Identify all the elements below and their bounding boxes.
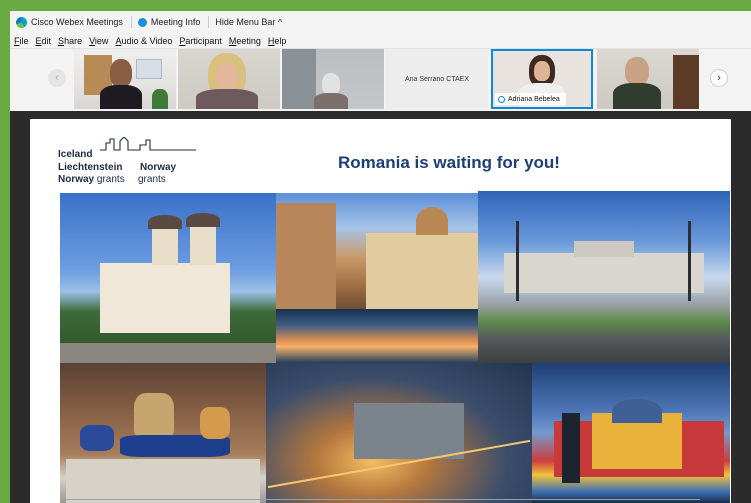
webex-window: Cisco Webex Meetings Meeting Info Hide M…	[10, 11, 751, 503]
menu-edit[interactable]: Edit	[36, 36, 52, 46]
traditional-pottery-photo	[60, 363, 266, 503]
participant-video-tile[interactable]	[74, 49, 176, 109]
monastery-photo	[60, 193, 276, 363]
chevron-right-icon[interactable]: ›	[710, 69, 728, 87]
menu-view[interactable]: View	[89, 36, 108, 46]
menu-meeting[interactable]: Meeting	[229, 36, 261, 46]
participant-name-tag: Adriana Bebelea	[495, 93, 566, 105]
participant-strip: ‹ Ana Serrano CTAEX Adriana Bebelea ›	[10, 49, 751, 111]
menu-participant[interactable]: Participant	[179, 36, 222, 46]
app-name: Cisco Webex Meetings	[16, 16, 123, 28]
active-speaker-tile[interactable]: Adriana Bebelea	[491, 49, 593, 109]
old-town-street-photo	[276, 193, 478, 309]
menu-help[interactable]: Help	[268, 36, 287, 46]
webex-logo-icon	[16, 16, 27, 28]
presentation-slide: Iceland Liechtenstein Norway Norway gran…	[30, 119, 731, 503]
menu-share[interactable]: Share	[58, 36, 82, 46]
eea-grants-logo: Iceland Liechtenstein Norway Norway gran…	[58, 137, 198, 189]
menu-file[interactable]: File	[14, 36, 29, 46]
mic-icon	[498, 95, 505, 103]
university-library-photo	[532, 363, 730, 503]
participant-name-tile[interactable]: Ana Serrano CTAEX	[386, 49, 488, 109]
participant-video-tile[interactable]	[178, 49, 280, 109]
title-bar: Cisco Webex Meetings Meeting Info Hide M…	[10, 11, 751, 33]
info-icon	[137, 17, 147, 27]
sunset-sky-photo	[276, 309, 478, 363]
slide-title: Romania is waiting for you!	[338, 153, 560, 172]
participant-name: Ana Serrano CTAEX	[404, 75, 470, 83]
menu-bar: File Edit Share View Audio & Video Parti…	[10, 33, 751, 49]
hide-menu-bar-button[interactable]: Hide Menu Bar ^	[215, 17, 282, 27]
meeting-info-button[interactable]: Meeting Info	[137, 17, 200, 27]
palace-of-parliament-photo	[478, 191, 730, 363]
chevron-left-icon[interactable]: ‹	[48, 69, 66, 87]
eea-grants-logo-icon	[100, 137, 196, 151]
shared-content-area: Iceland Liechtenstein Norway Norway gran…	[10, 111, 751, 503]
bucharest-city-night-photo	[266, 363, 532, 503]
slide-footer-rule	[60, 499, 700, 500]
participant-video-tile[interactable]	[282, 49, 384, 109]
menu-audio-video[interactable]: Audio & Video	[115, 36, 172, 46]
participant-video-tile[interactable]	[597, 49, 699, 109]
